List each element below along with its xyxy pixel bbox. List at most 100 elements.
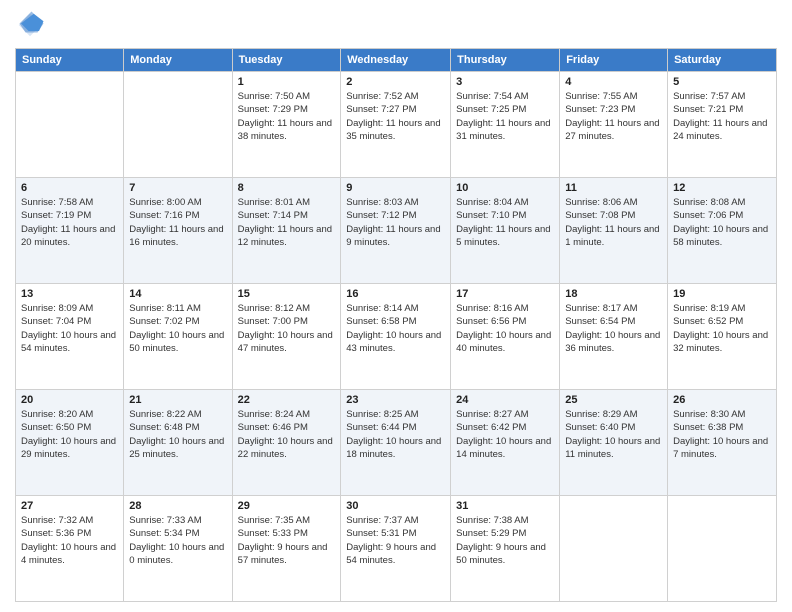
day-info: Sunrise: 7:52 AM Sunset: 7:27 PM Dayligh… — [346, 90, 445, 143]
day-number: 7 — [129, 182, 226, 194]
calendar-cell: 27Sunrise: 7:32 AM Sunset: 5:36 PM Dayli… — [16, 496, 124, 602]
calendar-cell: 14 Sunrise: 8:11 AM Sunset: 7:02 PM Dayli… — [124, 284, 232, 390]
calendar-cell: 20 Sunrise: 8:20 AM Sunset: 6:50 PM Dayli… — [16, 390, 124, 496]
day-info: Sunrise: 8:27 AM Sunset: 6:42 PM Dayligh… — [456, 408, 554, 461]
day-info: Sunrise: 7:58 AM Sunset: 7:19 PM Dayligh… — [21, 196, 118, 249]
calendar-week-row: 27Sunrise: 7:32 AM Sunset: 5:36 PM Dayli… — [16, 496, 777, 602]
calendar-cell: 10Sunrise: 8:04 AM Sunset: 7:10 PM Dayli… — [451, 178, 560, 284]
day-number: 23 — [346, 394, 445, 406]
day-info: Sunrise: 8:22 AM Sunset: 6:48 PM Dayligh… — [129, 408, 226, 461]
calendar-cell — [560, 496, 668, 602]
calendar-cell: 19 Sunrise: 8:19 AM Sunset: 6:52 PM Dayli… — [668, 284, 777, 390]
calendar-cell: 17 Sunrise: 8:16 AM Sunset: 6:56 PM Dayli… — [451, 284, 560, 390]
day-info: Sunrise: 7:55 AM Sunset: 7:23 PM Dayligh… — [565, 90, 662, 143]
day-info: Sunrise: 7:33 AM Sunset: 5:34 PM Dayligh… — [129, 514, 226, 567]
calendar-cell: 26 Sunrise: 8:30 AM Sunset: 6:38 PM Dayli… — [668, 390, 777, 496]
day-number: 28 — [129, 500, 226, 512]
day-info: Sunrise: 8:30 AM Sunset: 6:38 PM Dayligh… — [673, 408, 771, 461]
calendar-cell: 2 Sunrise: 7:52 AM Sunset: 7:27 PM Daylig… — [341, 72, 451, 178]
calendar-cell — [668, 496, 777, 602]
weekday-header: Wednesday — [341, 49, 451, 72]
calendar-cell: 29 Sunrise: 7:35 AM Sunset: 5:33 PM Dayli… — [232, 496, 341, 602]
calendar-cell: 23 Sunrise: 8:25 AM Sunset: 6:44 PM Dayli… — [341, 390, 451, 496]
calendar-week-row: 6 Sunrise: 7:58 AM Sunset: 7:19 PM Daylig… — [16, 178, 777, 284]
calendar-cell — [16, 72, 124, 178]
calendar-cell: 12 Sunrise: 8:08 AM Sunset: 7:06 PM Dayli… — [668, 178, 777, 284]
logo-icon — [15, 10, 45, 40]
day-info: Sunrise: 7:32 AM Sunset: 5:36 PM Dayligh… — [21, 514, 118, 567]
day-info: Sunrise: 8:24 AM Sunset: 6:46 PM Dayligh… — [238, 408, 336, 461]
day-number: 8 — [238, 182, 336, 194]
day-number: 17 — [456, 288, 554, 300]
day-number: 14 — [129, 288, 226, 300]
day-number: 1 — [238, 76, 336, 88]
calendar-cell: 30Sunrise: 7:37 AM Sunset: 5:31 PM Dayli… — [341, 496, 451, 602]
day-info: Sunrise: 8:19 AM Sunset: 6:52 PM Dayligh… — [673, 302, 771, 355]
day-info: Sunrise: 8:16 AM Sunset: 6:56 PM Dayligh… — [456, 302, 554, 355]
calendar-cell: 6 Sunrise: 7:58 AM Sunset: 7:19 PM Daylig… — [16, 178, 124, 284]
day-number: 20 — [21, 394, 118, 406]
calendar-cell: 3Sunrise: 7:54 AM Sunset: 7:25 PM Daylig… — [451, 72, 560, 178]
day-number: 24 — [456, 394, 554, 406]
calendar-cell: 9 Sunrise: 8:03 AM Sunset: 7:12 PM Daylig… — [341, 178, 451, 284]
logo — [15, 10, 49, 40]
day-number: 21 — [129, 394, 226, 406]
day-number: 11 — [565, 182, 662, 194]
day-info: Sunrise: 8:29 AM Sunset: 6:40 PM Dayligh… — [565, 408, 662, 461]
calendar-week-row: 20 Sunrise: 8:20 AM Sunset: 6:50 PM Dayli… — [16, 390, 777, 496]
calendar-cell — [124, 72, 232, 178]
day-info: Sunrise: 8:25 AM Sunset: 6:44 PM Dayligh… — [346, 408, 445, 461]
day-number: 25 — [565, 394, 662, 406]
calendar-week-row: 1 Sunrise: 7:50 AM Sunset: 7:29 PM Daylig… — [16, 72, 777, 178]
calendar-cell: 8 Sunrise: 8:01 AM Sunset: 7:14 PM Daylig… — [232, 178, 341, 284]
day-number: 30 — [346, 500, 445, 512]
day-info: Sunrise: 8:09 AM Sunset: 7:04 PM Dayligh… — [21, 302, 118, 355]
weekday-header: Saturday — [668, 49, 777, 72]
day-number: 12 — [673, 182, 771, 194]
day-info: Sunrise: 7:38 AM Sunset: 5:29 PM Dayligh… — [456, 514, 554, 567]
day-number: 16 — [346, 288, 445, 300]
calendar-cell: 1 Sunrise: 7:50 AM Sunset: 7:29 PM Daylig… — [232, 72, 341, 178]
weekday-header: Sunday — [16, 49, 124, 72]
day-info: Sunrise: 7:50 AM Sunset: 7:29 PM Dayligh… — [238, 90, 336, 143]
calendar-cell: 25 Sunrise: 8:29 AM Sunset: 6:40 PM Dayli… — [560, 390, 668, 496]
calendar-cell: 11 Sunrise: 8:06 AM Sunset: 7:08 PM Dayli… — [560, 178, 668, 284]
day-info: Sunrise: 8:04 AM Sunset: 7:10 PM Dayligh… — [456, 196, 554, 249]
day-info: Sunrise: 8:08 AM Sunset: 7:06 PM Dayligh… — [673, 196, 771, 249]
day-info: Sunrise: 8:12 AM Sunset: 7:00 PM Dayligh… — [238, 302, 336, 355]
day-info: Sunrise: 8:11 AM Sunset: 7:02 PM Dayligh… — [129, 302, 226, 355]
day-info: Sunrise: 8:06 AM Sunset: 7:08 PM Dayligh… — [565, 196, 662, 249]
day-number: 26 — [673, 394, 771, 406]
day-info: Sunrise: 8:20 AM Sunset: 6:50 PM Dayligh… — [21, 408, 118, 461]
day-number: 29 — [238, 500, 336, 512]
day-number: 19 — [673, 288, 771, 300]
day-number: 22 — [238, 394, 336, 406]
day-info: Sunrise: 8:17 AM Sunset: 6:54 PM Dayligh… — [565, 302, 662, 355]
day-info: Sunrise: 8:03 AM Sunset: 7:12 PM Dayligh… — [346, 196, 445, 249]
day-info: Sunrise: 8:14 AM Sunset: 6:58 PM Dayligh… — [346, 302, 445, 355]
day-info: Sunrise: 8:00 AM Sunset: 7:16 PM Dayligh… — [129, 196, 226, 249]
calendar-cell: 7 Sunrise: 8:00 AM Sunset: 7:16 PM Daylig… — [124, 178, 232, 284]
weekday-header: Tuesday — [232, 49, 341, 72]
weekday-header: Monday — [124, 49, 232, 72]
day-number: 6 — [21, 182, 118, 194]
page: SundayMondayTuesdayWednesdayThursdayFrid… — [0, 0, 792, 612]
calendar-cell: 31Sunrise: 7:38 AM Sunset: 5:29 PM Dayli… — [451, 496, 560, 602]
calendar-cell: 24 Sunrise: 8:27 AM Sunset: 6:42 PM Dayli… — [451, 390, 560, 496]
day-info: Sunrise: 7:35 AM Sunset: 5:33 PM Dayligh… — [238, 514, 336, 567]
calendar-cell: 28 Sunrise: 7:33 AM Sunset: 5:34 PM Dayli… — [124, 496, 232, 602]
calendar-week-row: 13Sunrise: 8:09 AM Sunset: 7:04 PM Dayli… — [16, 284, 777, 390]
calendar-cell: 22 Sunrise: 8:24 AM Sunset: 6:46 PM Dayli… — [232, 390, 341, 496]
day-info: Sunrise: 7:57 AM Sunset: 7:21 PM Dayligh… — [673, 90, 771, 143]
day-number: 9 — [346, 182, 445, 194]
calendar-table: SundayMondayTuesdayWednesdayThursdayFrid… — [15, 48, 777, 602]
day-info: Sunrise: 7:54 AM Sunset: 7:25 PM Dayligh… — [456, 90, 554, 143]
calendar-cell: 18Sunrise: 8:17 AM Sunset: 6:54 PM Dayli… — [560, 284, 668, 390]
weekday-header-row: SundayMondayTuesdayWednesdayThursdayFrid… — [16, 49, 777, 72]
day-number: 4 — [565, 76, 662, 88]
day-number: 2 — [346, 76, 445, 88]
day-number: 5 — [673, 76, 771, 88]
day-info: Sunrise: 8:01 AM Sunset: 7:14 PM Dayligh… — [238, 196, 336, 249]
calendar-cell: 13Sunrise: 8:09 AM Sunset: 7:04 PM Dayli… — [16, 284, 124, 390]
weekday-header: Friday — [560, 49, 668, 72]
